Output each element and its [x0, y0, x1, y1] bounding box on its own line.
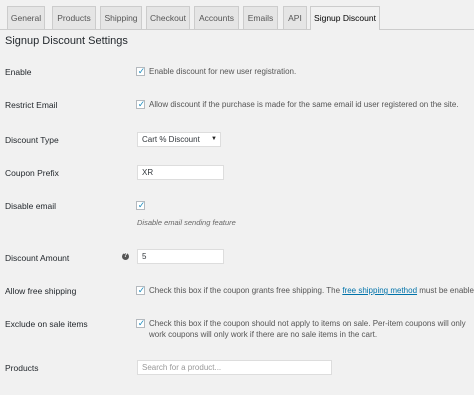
discount-amount-input[interactable]: 5 [137, 249, 224, 264]
free-shipping-text-before: Check this box if the coupon grants free… [149, 286, 343, 295]
discount-amount-label: Discount Amount [5, 253, 70, 263]
enable-label: Enable [5, 67, 32, 77]
free-shipping-label: Allow free shipping [5, 286, 77, 296]
enable-checkbox[interactable]: ✓ [136, 66, 146, 76]
tab-products[interactable]: Products [52, 6, 96, 29]
restrict-email-description: Allow discount if the purchase is made f… [149, 100, 459, 109]
coupon-prefix-label: Coupon Prefix [5, 168, 59, 178]
free-shipping-checkbox[interactable]: ✓ [136, 285, 146, 295]
tab-general[interactable]: General [7, 6, 45, 29]
restrict-email-label: Restrict Email [5, 100, 58, 110]
enable-description: Enable discount for new user registratio… [149, 67, 297, 76]
tab-api[interactable]: API [283, 6, 307, 29]
exclude-sale-checkbox[interactable]: ✓ [136, 318, 146, 328]
checkmark-icon: ✓ [137, 66, 146, 76]
disable-email-label: Disable email [5, 201, 57, 211]
exclude-sale-description: Check this box if the coupon should not … [149, 319, 466, 339]
help-icon[interactable]: ? [122, 253, 129, 260]
discount-type-select[interactable]: Cart % Discount ▼ [137, 132, 221, 147]
checkmark-icon: ✓ [137, 318, 146, 328]
exclude-sale-label: Exclude on sale items [5, 319, 88, 329]
product-search-input[interactable]: Search for a product... [137, 360, 332, 375]
restrict-email-checkbox[interactable]: ✓ [136, 99, 146, 109]
disable-email-description: Disable email sending feature [137, 218, 236, 227]
products-label: Products [5, 363, 39, 373]
disable-email-checkbox[interactable]: ✓ [136, 200, 146, 210]
free-shipping-method-link[interactable]: free shipping method [342, 286, 417, 295]
tab-shipping[interactable]: Shipping [100, 6, 142, 29]
discount-type-label: Discount Type [5, 135, 59, 145]
coupon-prefix-input[interactable]: XR [137, 165, 224, 180]
checkmark-icon: ✓ [137, 285, 146, 295]
checkmark-icon: ✓ [137, 99, 146, 109]
tab-emails[interactable]: Emails [243, 6, 278, 29]
tab-checkout[interactable]: Checkout [146, 6, 190, 29]
page-title: Signup Discount Settings [5, 35, 128, 47]
tab-signup-discount[interactable]: Signup Discount [310, 6, 380, 30]
free-shipping-description: Check this box if the coupon grants free… [149, 286, 474, 295]
settings-tabs: General Products Shipping Checkout Accou… [0, 0, 474, 30]
tab-accounts[interactable]: Accounts [194, 6, 239, 29]
free-shipping-text-after: must be enabled w [419, 286, 474, 295]
checkmark-icon: ✓ [137, 200, 146, 210]
dropdown-arrow-icon: ▼ [211, 136, 217, 142]
discount-type-value: Cart % Discount [142, 135, 200, 144]
